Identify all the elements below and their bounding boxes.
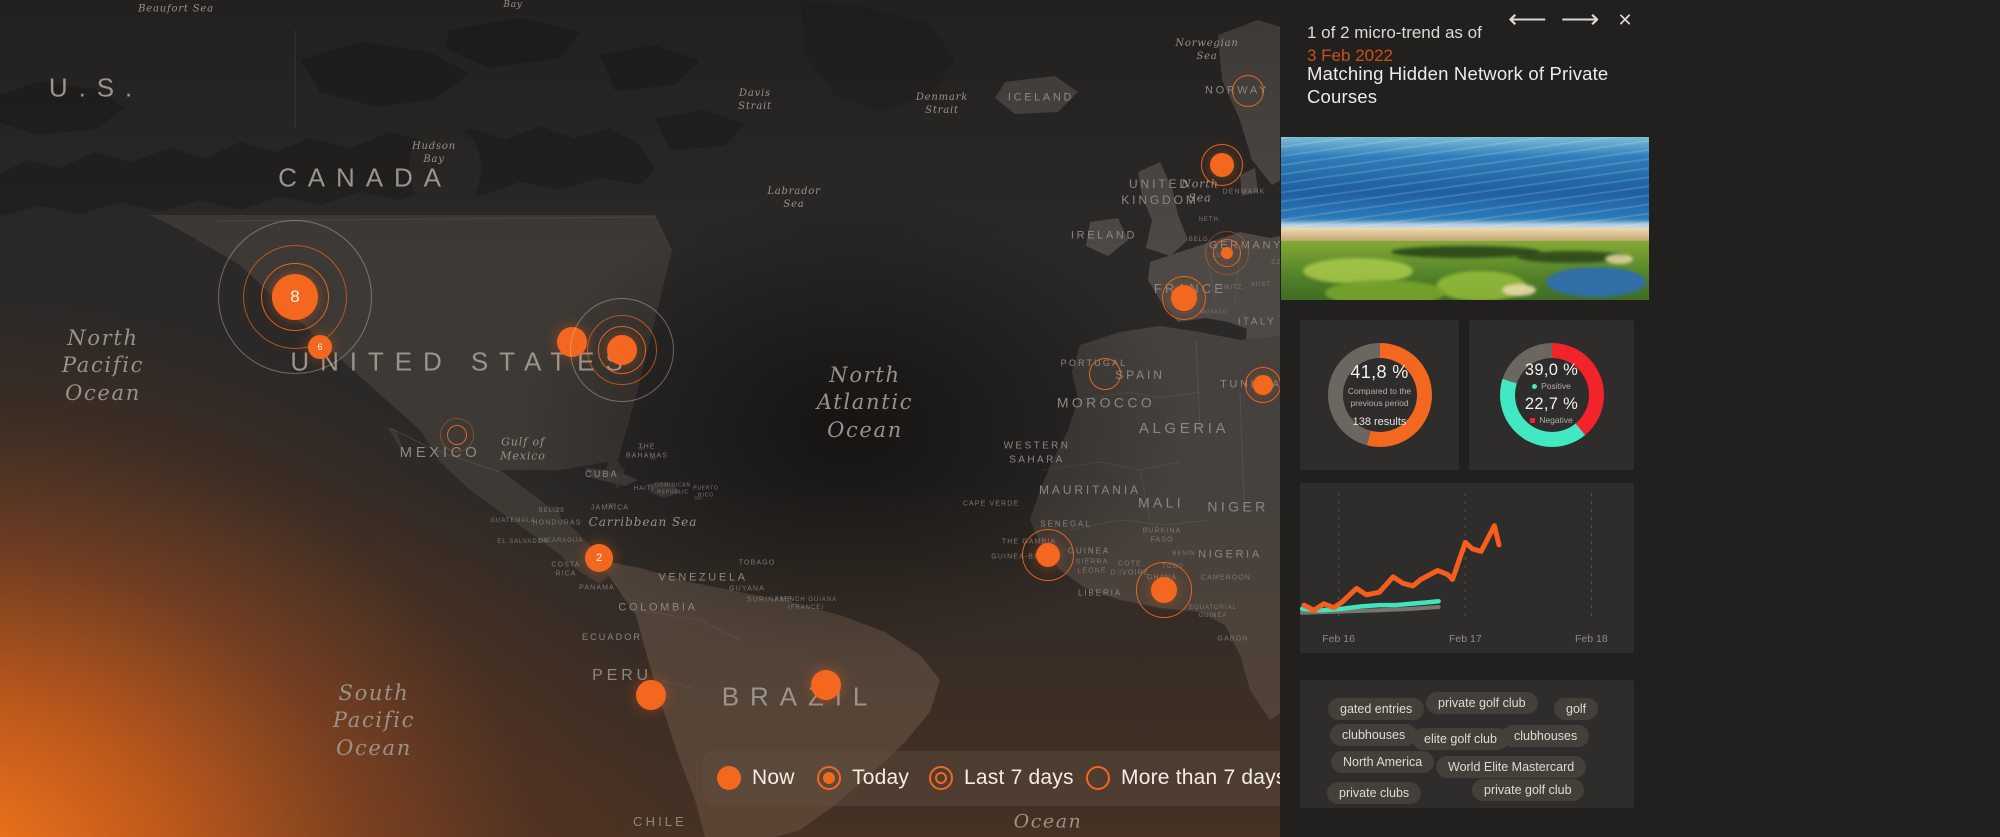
- detail-panel: 1 of 2 micro-trend as of 3 Feb 2022 ⟵ ⟶ …: [1280, 0, 2000, 837]
- results-donut-card: 41,8 % Compared to the previous period 1…: [1300, 320, 1459, 470]
- marker-dot: [811, 670, 841, 700]
- sentiment-donut-center: 39,0 % Positive 22,7 % Negative: [1515, 358, 1589, 432]
- marker-dot: 6: [308, 335, 332, 359]
- negative-percent: 22,7 %: [1525, 395, 1578, 414]
- next-arrow-icon[interactable]: ⟶: [1561, 6, 1600, 33]
- marker-ring: [1232, 75, 1264, 107]
- hero-bunker: [1502, 284, 1536, 296]
- legend-icon-inner: [935, 772, 947, 784]
- tag-pill[interactable]: elite golf club: [1412, 728, 1509, 750]
- legend-item: Now: [717, 766, 795, 790]
- tag-pill[interactable]: gated entries: [1328, 698, 1424, 720]
- x-tick-label: Feb 18: [1575, 633, 1608, 645]
- prev-arrow-icon[interactable]: ⟵: [1508, 6, 1547, 33]
- tag-pill[interactable]: World Elite Mastercard: [1436, 756, 1586, 778]
- legend-item: Today: [817, 766, 909, 790]
- marker-dot: 2: [585, 544, 613, 572]
- marker-ring: [440, 418, 474, 452]
- panel-nav: ⟵ ⟶ ✕: [1508, 6, 1633, 33]
- results-caption: Compared to the previous period: [1345, 386, 1415, 408]
- tag-pill[interactable]: clubhouses: [1330, 724, 1417, 746]
- positive-label: Positive: [1532, 381, 1571, 391]
- tag-pill[interactable]: golf: [1554, 698, 1598, 720]
- orange-glow-overlay: [0, 0, 1300, 837]
- marker-dot: 8: [272, 274, 318, 320]
- results-count: 138 results: [1353, 416, 1407, 428]
- legend-label: Last 7 days: [964, 766, 1074, 790]
- legend-item: Last 7 days: [929, 766, 1074, 790]
- marker-ring: [1089, 358, 1121, 390]
- trend-chart-svg: Feb 16 Feb 17 Feb 18: [1300, 483, 1634, 653]
- legend-label: Now: [752, 766, 795, 790]
- legend-outline-icon: [1086, 766, 1110, 790]
- legend-label: Today: [852, 766, 909, 790]
- marker-dot: [1151, 577, 1177, 603]
- marker-dot: [1210, 153, 1234, 177]
- trend-hero-image: [1281, 137, 1649, 300]
- legend-double-ring-icon: [929, 766, 953, 790]
- positive-percent: 39,0 %: [1525, 361, 1578, 380]
- marker-dot: [1253, 375, 1273, 395]
- marker-dot: [636, 680, 666, 710]
- marker-dot: [1171, 285, 1197, 311]
- tag-pill[interactable]: clubhouses: [1502, 725, 1589, 747]
- series-trend: [1304, 526, 1499, 611]
- legend-ring-filled-icon: [817, 766, 841, 790]
- tags-card: gated entriesprivate golf clubgolfclubho…: [1300, 680, 1634, 808]
- hero-fairway: [1325, 280, 1445, 300]
- negative-label: Negative: [1530, 415, 1573, 425]
- marker-dot: [1221, 247, 1233, 259]
- legend-filled-icon: [717, 766, 741, 790]
- tag-pill[interactable]: private golf club: [1472, 779, 1584, 801]
- results-donut-center: 41,8 % Compared to the previous period 1…: [1343, 358, 1417, 432]
- legend-icon-inner: [823, 772, 835, 784]
- hero-waves: [1281, 137, 1649, 228]
- tag-pill[interactable]: private clubs: [1327, 782, 1421, 804]
- results-percent: 41,8 %: [1350, 362, 1408, 383]
- tag-pill[interactable]: private golf club: [1426, 692, 1538, 714]
- tag-pill[interactable]: North America: [1331, 751, 1434, 773]
- marker-dot: [607, 335, 637, 365]
- positive-dot-icon: [1532, 384, 1537, 389]
- negative-square-icon: [1530, 418, 1535, 423]
- app-window: Beaufort SeaBayDavis StraitDenmark Strai…: [0, 0, 2000, 837]
- world-map[interactable]: Beaufort SeaBayDavis StraitDenmark Strai…: [0, 0, 1300, 837]
- x-tick-label: Feb 17: [1449, 633, 1482, 645]
- marker-dot: [1036, 543, 1060, 567]
- trend-title: Matching Hidden Network of Private Cours…: [1307, 63, 1657, 108]
- map-legend: NowTodayLast 7 daysMore than 7 days ago: [703, 751, 1300, 806]
- close-icon[interactable]: ✕: [1617, 11, 1632, 29]
- x-tick-label: Feb 16: [1322, 633, 1355, 645]
- trend-line-card: Feb 16 Feb 17 Feb 18: [1300, 483, 1634, 653]
- sentiment-donut-card: 39,0 % Positive 22,7 % Negative: [1469, 320, 1634, 470]
